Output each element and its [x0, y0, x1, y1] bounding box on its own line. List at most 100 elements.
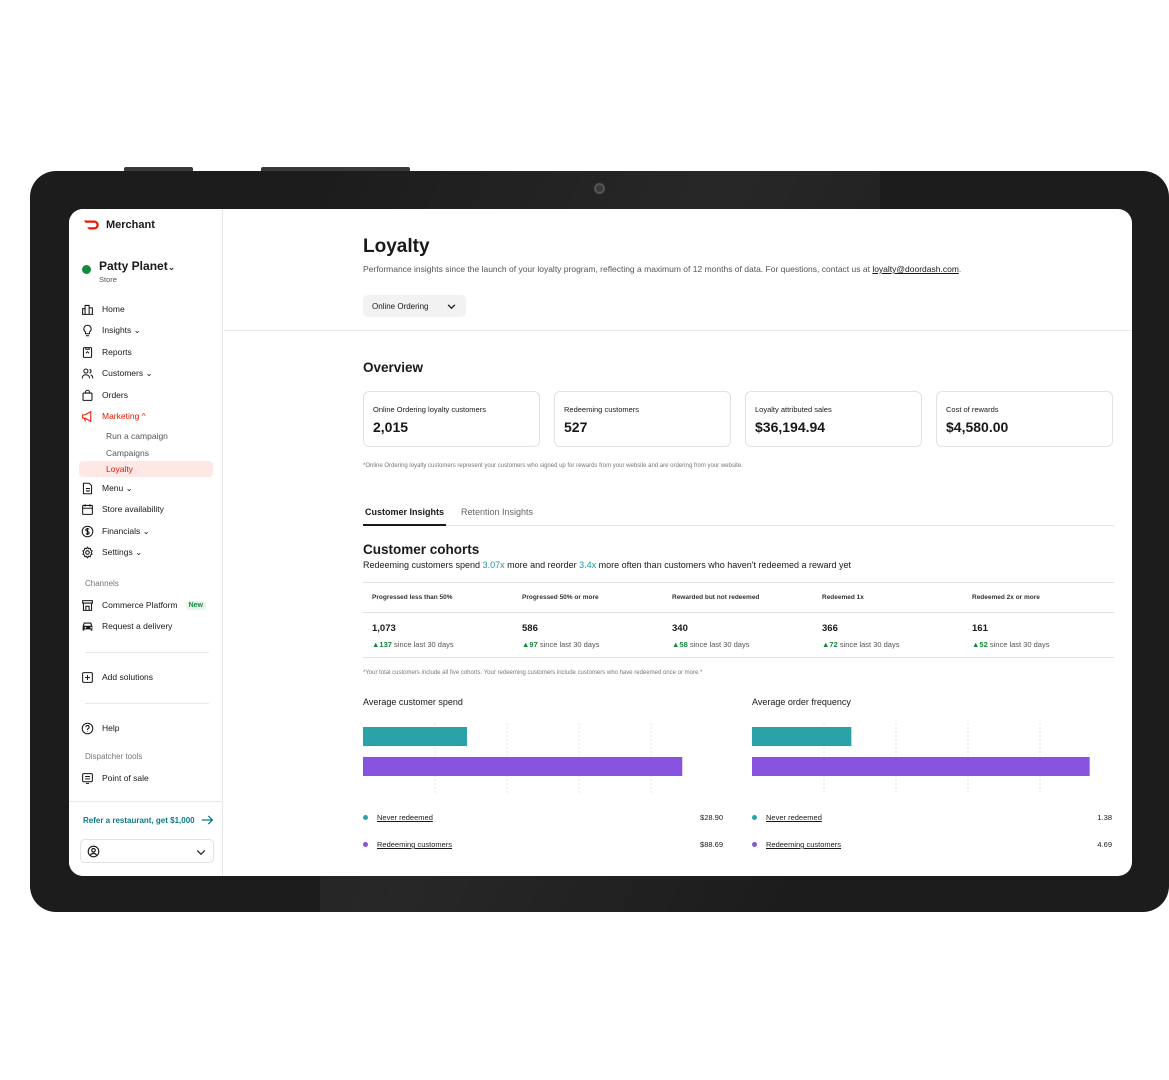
kpi-label: Loyalty attributed sales — [755, 405, 832, 414]
cohort-header: Progressed 50% or more — [522, 594, 599, 601]
sidebar-subitem-run-campaign[interactable]: Run a campaign — [106, 431, 168, 441]
cohort-delta: ▲52 since last 30 days — [972, 640, 1050, 649]
legend-label[interactable]: Never redeemed — [377, 813, 433, 822]
sidebar-item-menu[interactable]: Menu ⌄ — [81, 479, 133, 497]
plus-square-icon — [82, 671, 93, 683]
store-type: Store — [99, 275, 117, 284]
sidebar-item-label: Orders — [102, 390, 128, 400]
sidebar-item-point-of-sale[interactable]: Point of sale — [81, 769, 149, 787]
sidebar-item-label: Menu ⌄ — [102, 482, 133, 493]
bar-redeeming-customers[interactable] — [752, 757, 1090, 776]
cohort-value: 366 — [822, 623, 838, 634]
cohort-delta: ▲137 since last 30 days — [372, 640, 454, 649]
help-icon — [81, 722, 94, 734]
brand[interactable]: Merchant — [83, 219, 155, 231]
support-email-link[interactable]: loyalty@doordash.com — [872, 264, 959, 274]
kpi-value: $4,580.00 — [946, 419, 1009, 435]
sidebar-item-store-availability[interactable]: Store availability — [81, 500, 164, 518]
legend-row: Redeeming customers 4.69 — [752, 838, 1112, 852]
legend-dot — [363, 842, 368, 847]
page-title: Loyalty — [363, 236, 430, 257]
sidebar-item-request-delivery[interactable]: Request a delivery — [81, 617, 172, 635]
doordash-logo-icon — [83, 220, 99, 230]
kpi-value: $36,194.94 — [755, 419, 826, 435]
store-name: Patty Planet⌄ — [99, 259, 176, 273]
legend-value: $28.90 — [700, 813, 723, 822]
bar-redeeming-customers[interactable] — [363, 757, 683, 776]
legend-dot — [363, 815, 368, 820]
cohort-delta: ▲72 since last 30 days — [822, 640, 900, 649]
cohort-header: Progressed less than 50% — [372, 594, 453, 601]
sidebar-item-settings[interactable]: Settings ⌄ — [81, 543, 142, 561]
table-divider — [363, 612, 1114, 613]
cohorts-table: Progressed less than 50% 1,073 ▲137 sinc… — [363, 582, 1114, 658]
legend-row: Never redeemed 1.38 — [752, 811, 1112, 825]
sidebar-divider — [85, 703, 209, 704]
cohort-delta: ▲97 since last 30 days — [522, 640, 600, 649]
chevron-down-icon — [448, 303, 456, 309]
chart-svg — [363, 723, 683, 793]
bar-never-redeemed[interactable] — [363, 727, 468, 746]
tab-customer-insights[interactable]: Customer Insights — [363, 506, 447, 526]
legend-label[interactable]: Redeeming customers — [766, 840, 841, 849]
sidebar-item-label: Customers ⌄ — [102, 367, 153, 378]
main-content: Loyalty Performance insights since the l… — [224, 209, 1132, 876]
arrow-right-icon — [201, 815, 213, 825]
menu-doc-icon — [82, 482, 93, 494]
refer-label: Refer a restaurant, get $1,000 — [83, 815, 195, 825]
sidebar-divider — [85, 652, 209, 653]
overview-title: Overview — [363, 360, 424, 375]
sidebar-item-label: Commerce Platform — [102, 600, 178, 610]
cohort-header: Redeemed 1x — [822, 594, 864, 601]
bar-never-redeemed[interactable] — [752, 727, 852, 746]
kpi-label: Online Ordering loyalty customers — [373, 405, 486, 414]
sidebar-subitem-loyalty[interactable]: Loyalty — [79, 461, 213, 477]
sidebar-item-label: Store availability — [102, 504, 164, 514]
legend-value: 1.38 — [1097, 813, 1112, 822]
tab-retention-insights[interactable]: Retention Insights — [459, 506, 535, 526]
sidebar-item-label: Reports — [102, 347, 132, 357]
channel-dropdown[interactable]: Online Ordering — [363, 295, 466, 317]
screen: Merchant Patty Planet⌄ Store Home Insigh… — [69, 209, 1132, 876]
kpi-card: Cost of rewards $4,580.00 — [936, 391, 1113, 447]
sidebar-item-home[interactable]: Home — [81, 300, 125, 318]
kpi-value: 2,015 — [373, 419, 409, 435]
chevron-down-icon — [196, 850, 206, 856]
kpi-card: Loyalty attributed sales $36,194.94 — [745, 391, 922, 447]
account-menu[interactable] — [80, 839, 214, 863]
sidebar-item-commerce-platform[interactable]: Commerce Platform New — [81, 596, 206, 614]
legend-label[interactable]: Never redeemed — [766, 813, 822, 822]
chart-title: Average customer spend — [363, 697, 463, 707]
sidebar-item-label: Marketing ^ — [102, 411, 146, 421]
cohort-value: 1,073 — [372, 623, 396, 634]
sidebar-item-financials[interactable]: Financials ⌄ — [81, 522, 150, 540]
kpi-value: 527 — [564, 419, 588, 435]
sidebar-item-orders[interactable]: Orders — [81, 386, 128, 404]
page-subtitle: Performance insights since the launch of… — [363, 264, 962, 274]
refer-restaurant-link[interactable]: Refer a restaurant, get $1,000 — [83, 815, 214, 825]
chart-title: Average order frequency — [752, 697, 851, 707]
sidebar-item-customers[interactable]: Customers ⌄ — [81, 364, 153, 382]
chart-svg — [752, 723, 1090, 793]
insights-tabs: Customer Insights Retention Insights — [363, 506, 1114, 526]
kpi-card: Redeeming customers 527 — [554, 391, 731, 447]
legend-label[interactable]: Redeeming customers — [377, 840, 452, 849]
sidebar-item-reports[interactable]: Reports — [81, 343, 132, 361]
legend-row: Redeeming customers $88.69 — [363, 838, 723, 852]
customers-icon — [81, 368, 94, 378]
dollar-icon — [81, 525, 94, 537]
sidebar-item-marketing[interactable]: Marketing ^ — [81, 407, 146, 425]
sidebar-divider — [69, 801, 223, 802]
storefront-icon — [82, 599, 93, 611]
legend-dot — [752, 815, 757, 820]
sidebar-item-label: Add solutions — [102, 672, 154, 682]
sidebar-item-insights[interactable]: Insights ⌄ — [81, 321, 141, 339]
calendar-icon — [82, 503, 93, 515]
sidebar-subitem-campaigns[interactable]: Campaigns — [106, 448, 149, 458]
kpi-label: Cost of rewards — [946, 405, 999, 414]
sidebar-item-help[interactable]: Help — [81, 719, 119, 737]
sidebar-item-label: Financials ⌄ — [102, 525, 150, 536]
user-circle-icon — [87, 845, 100, 858]
sidebar-item-add-solutions[interactable]: Add solutions — [81, 668, 153, 686]
legend-dot — [752, 842, 757, 847]
